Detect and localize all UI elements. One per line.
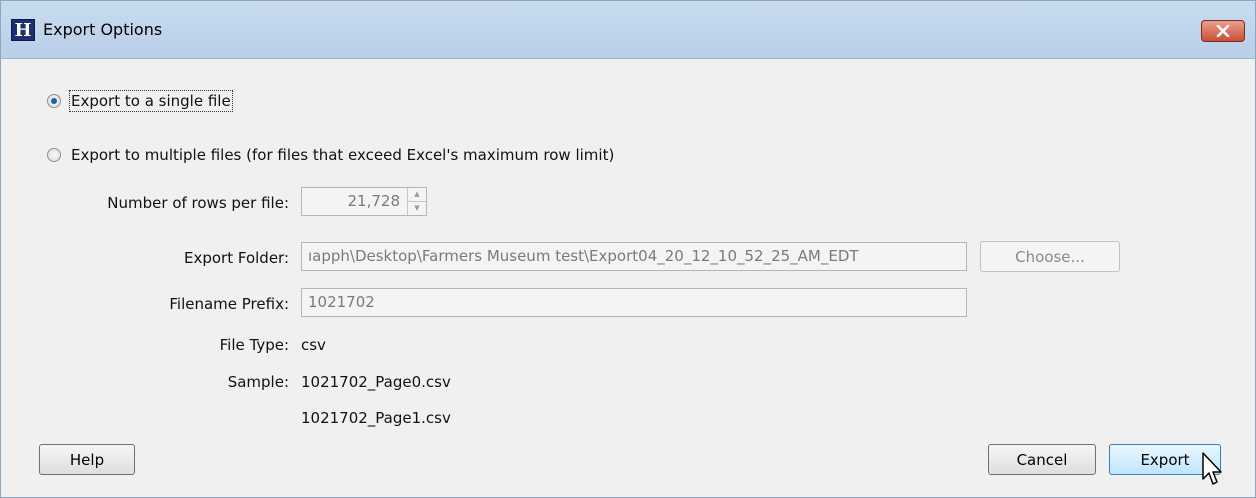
rows-per-file-label: Number of rows per file:: [107, 194, 289, 212]
spinner-buttons: ▲ ▼: [407, 188, 426, 215]
single-file-radio[interactable]: [47, 94, 61, 108]
window-title: Export Options: [43, 20, 163, 39]
sample-label: Sample:: [227, 373, 289, 391]
help-button[interactable]: Help: [39, 444, 135, 475]
close-x-icon: [1216, 25, 1230, 37]
multiple-files-radio[interactable]: [47, 148, 61, 162]
sample-value-page0: 1021702_Page0.csv: [301, 373, 451, 391]
dialog-content: Export to a single file Export to multip…: [1, 59, 1255, 497]
cancel-button[interactable]: Cancel: [988, 444, 1096, 475]
close-button[interactable]: [1201, 20, 1245, 42]
title-bar: H Export Options: [1, 1, 1255, 59]
single-file-label[interactable]: Export to a single file: [69, 90, 233, 112]
single-file-option[interactable]: Export to a single file: [47, 90, 233, 112]
mouse-pointer-icon: [1202, 452, 1222, 485]
sample-value-page1: 1021702_Page1.csv: [301, 409, 451, 427]
filename-prefix-label: Filename Prefix:: [169, 295, 289, 313]
filename-prefix-field[interactable]: 1021702: [301, 288, 967, 317]
multiple-files-label[interactable]: Export to multiple files (for files that…: [71, 146, 614, 164]
rows-per-file-value: 21,728: [347, 192, 401, 210]
spinner-down-icon[interactable]: ▼: [408, 202, 426, 215]
export-options-dialog: H Export Options Export to a single file…: [0, 0, 1256, 498]
export-folder-field[interactable]: ıapph\Desktop\Farmers Museum test\Export…: [301, 242, 967, 271]
export-folder-label: Export Folder:: [183, 249, 289, 267]
file-type-label: File Type:: [219, 336, 289, 354]
app-h-icon: H: [11, 19, 35, 41]
multiple-files-option[interactable]: Export to multiple files (for files that…: [47, 146, 614, 164]
choose-folder-button[interactable]: Choose...: [980, 241, 1120, 272]
rows-per-file-spinner[interactable]: 21,728 ▲ ▼: [301, 187, 427, 216]
file-type-value: csv: [301, 336, 326, 354]
